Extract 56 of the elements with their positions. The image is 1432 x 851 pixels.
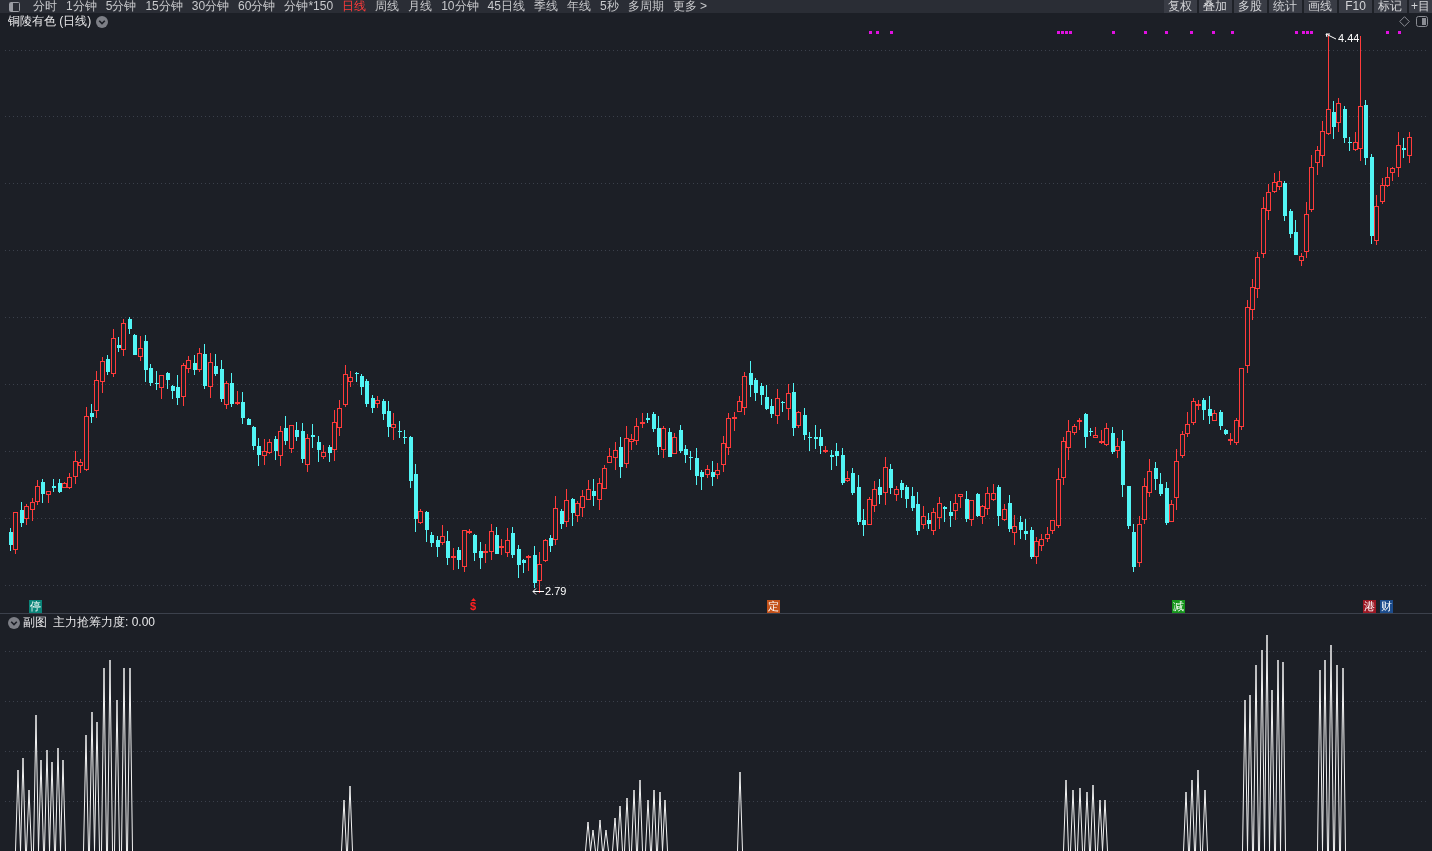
signal-marker — [1190, 31, 1193, 34]
period-tab[interactable]: 日线 — [342, 0, 367, 13]
signal-marker — [1144, 31, 1147, 34]
signal-marker — [869, 31, 872, 34]
arrow-icon — [532, 588, 544, 595]
panel-toggle-icon[interactable] — [1416, 16, 1428, 27]
period-tab[interactable]: 多周期 — [627, 0, 664, 13]
arrow-icon — [1325, 33, 1337, 41]
tool-button[interactable]: +目 — [1409, 0, 1432, 13]
price-label: 4.44 — [1338, 32, 1360, 45]
signal-tag: 减 — [1172, 600, 1185, 613]
period-tab[interactable]: 5秒 — [599, 0, 619, 13]
tool-button[interactable]: 标记 — [1374, 0, 1407, 13]
period-tab[interactable]: 月线 — [408, 0, 433, 13]
period-tab[interactable]: 5分钟 — [105, 0, 137, 13]
signal-tag: 财 — [1380, 600, 1393, 613]
period-tab[interactable]: 年线 — [566, 0, 591, 13]
period-tab[interactable]: 10分钟 — [441, 0, 479, 13]
period-tab[interactable]: 1分钟 — [66, 0, 97, 13]
period-tab[interactable]: 15分钟 — [145, 0, 183, 13]
diamond-icon[interactable] — [1399, 16, 1410, 27]
tool-button[interactable]: 多股 — [1234, 0, 1267, 13]
signal-marker — [1165, 31, 1168, 34]
signal-tag: 港 — [1363, 600, 1376, 613]
caret-up-icon — [470, 598, 476, 601]
chevron-down-icon[interactable] — [8, 616, 20, 629]
period-tab[interactable]: 季线 — [533, 0, 558, 13]
signal-marker — [890, 31, 893, 34]
signal-marker — [1231, 31, 1234, 34]
signal-marker — [1386, 31, 1389, 34]
tool-button[interactable]: 画线 — [1304, 0, 1337, 13]
signal-tag: 停 — [29, 600, 42, 613]
signal-marker — [1295, 31, 1298, 34]
signal-tag: 定 — [767, 600, 780, 613]
signal-marker — [1112, 31, 1115, 34]
tool-button[interactable]: F10 — [1339, 0, 1372, 13]
tool-button[interactable]: 叠加 — [1199, 0, 1232, 13]
period-tab[interactable]: 45日线 — [487, 0, 525, 13]
panel-toggle-icon[interactable] — [9, 1, 20, 12]
period-tab[interactable]: 60分钟 — [238, 0, 276, 13]
signal-marker — [876, 31, 879, 34]
tool-button[interactable]: 复权 — [1164, 0, 1197, 13]
period-tab[interactable]: 分时 — [33, 0, 57, 13]
panel-name: 副图 — [23, 615, 47, 630]
signal-symbol: $ — [469, 601, 477, 612]
chart-title: 铜陵有色 (日线) — [8, 14, 92, 29]
chevron-down-icon[interactable] — [96, 15, 109, 28]
period-tab[interactable]: 更多 > — [672, 0, 707, 13]
indicator-value: 主力抢筹力度: 0.00 — [53, 615, 156, 630]
tool-button[interactable]: 统计 — [1269, 0, 1302, 13]
price-label: 2.79 — [545, 585, 567, 598]
period-tab[interactable]: 30分钟 — [191, 0, 230, 13]
period-tab[interactable]: 分钟*150 — [284, 0, 334, 13]
period-tab[interactable]: 周线 — [375, 0, 400, 13]
signal-marker — [1212, 31, 1215, 34]
signal-marker — [1398, 31, 1401, 34]
